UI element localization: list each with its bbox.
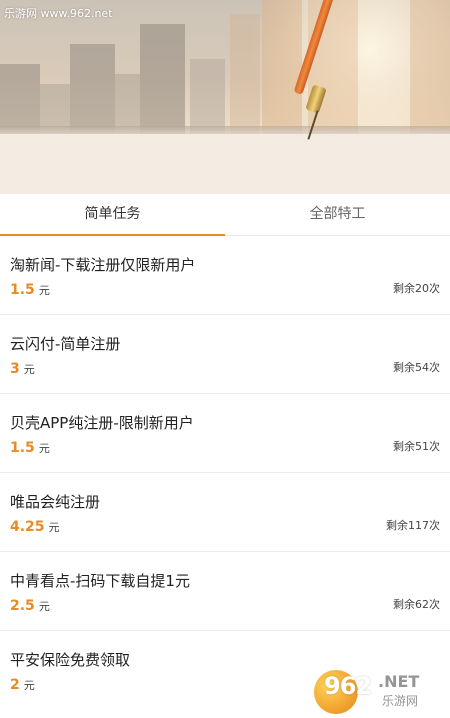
task-unit: 元 bbox=[48, 521, 60, 534]
task-reward: 2.5 元 bbox=[10, 598, 50, 614]
site-logo-watermark: 962 .NET 乐游网 bbox=[314, 670, 444, 714]
task-remaining: 剩余51次 bbox=[393, 440, 440, 453]
task-amount: 2 bbox=[10, 677, 20, 693]
banner-building bbox=[70, 44, 115, 134]
task-title: 唯品会纯注册 bbox=[10, 493, 101, 511]
logo-digits: 962 bbox=[324, 672, 372, 700]
task-title: 平安保险免费领取 bbox=[10, 651, 131, 669]
task-amount: 2.5 bbox=[10, 598, 35, 614]
task-reward: 4.25 元 bbox=[10, 519, 60, 535]
banner-building bbox=[140, 24, 185, 134]
task-remaining: 剩余62次 bbox=[393, 598, 440, 611]
task-title: 云闪付-简单注册 bbox=[10, 335, 121, 353]
banner-building bbox=[0, 64, 40, 134]
banner-building bbox=[230, 14, 260, 134]
banner-foreground bbox=[0, 134, 450, 194]
logo-net: .NET bbox=[378, 672, 420, 691]
task-unit: 元 bbox=[38, 442, 50, 455]
task-title: 中青看点-扫码下载自提1元 bbox=[10, 572, 190, 590]
banner-building bbox=[410, 0, 450, 134]
task-tabs: 简单任务 全部特工 bbox=[0, 194, 450, 236]
task-unit: 元 bbox=[38, 600, 50, 613]
task-amount: 1.5 bbox=[10, 440, 35, 456]
task-amount: 1.5 bbox=[10, 282, 35, 298]
task-remaining: 剩余20次 bbox=[393, 282, 440, 295]
banner-building bbox=[262, 0, 302, 134]
task-reward: 1.5 元 bbox=[10, 440, 50, 456]
task-reward: 1.5 元 bbox=[10, 282, 50, 298]
task-reward: 3 元 bbox=[10, 361, 35, 377]
logo-subtitle: 乐游网 bbox=[382, 694, 419, 708]
task-item[interactable]: 淘新闻-下载注册仅限新用户 1.5 元 剩余20次 bbox=[0, 236, 450, 315]
tab-simple-tasks[interactable]: 简单任务 bbox=[0, 194, 225, 236]
task-item[interactable]: 贝壳APP纯注册-限制新用户 1.5 元 剩余51次 bbox=[0, 394, 450, 473]
task-amount: 3 bbox=[10, 361, 20, 377]
task-remaining: 剩余54次 bbox=[393, 361, 440, 374]
task-amount: 4.25 bbox=[10, 519, 45, 535]
task-title: 贝壳APP纯注册-限制新用户 bbox=[10, 414, 194, 432]
task-title: 淘新闻-下载注册仅限新用户 bbox=[10, 256, 196, 274]
task-unit: 元 bbox=[23, 363, 35, 376]
banner-building bbox=[190, 59, 225, 134]
task-remaining: 剩余117次 bbox=[386, 519, 440, 532]
task-reward: 2 元 bbox=[10, 677, 35, 693]
tab-all-agents[interactable]: 全部特工 bbox=[225, 194, 450, 235]
task-unit: 元 bbox=[23, 679, 35, 692]
task-item[interactable]: 唯品会纯注册 4.25 元 剩余117次 bbox=[0, 473, 450, 552]
site-watermark: 乐游网 www.962.net bbox=[4, 7, 113, 20]
task-item[interactable]: 云闪付-简单注册 3 元 剩余54次 bbox=[0, 315, 450, 394]
task-list: 淘新闻-下载注册仅限新用户 1.5 元 剩余20次 云闪付-简单注册 3 元 剩… bbox=[0, 236, 450, 710]
task-item[interactable]: 中青看点-扫码下载自提1元 2.5 元 剩余62次 bbox=[0, 552, 450, 631]
banner-building bbox=[115, 74, 140, 134]
header-banner: 乐游网 www.962.net bbox=[0, 0, 450, 194]
task-unit: 元 bbox=[38, 284, 50, 297]
